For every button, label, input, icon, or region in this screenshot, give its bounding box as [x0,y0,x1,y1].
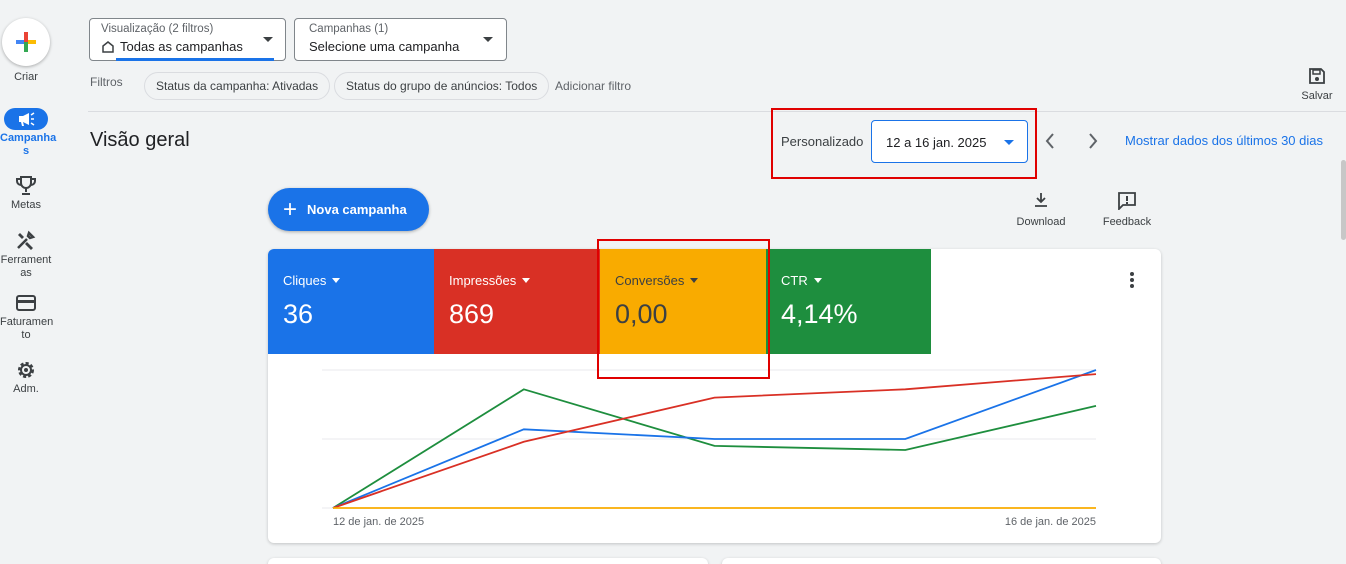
x-tick-label-start: 12 de jan. de 2025 [333,516,425,528]
credit-card-icon [16,295,36,311]
chevron-down-icon [1004,140,1014,145]
next-period-button[interactable] [1083,130,1103,152]
x-tick-label-end: 16 de jan. de 2025 [1004,516,1096,528]
filters-label: Filtros [90,75,123,89]
save-label: Salvar [1301,90,1333,102]
tools-icon [17,230,36,250]
chevron-right-icon [1089,133,1098,149]
nav-label: Ferrament as [0,254,52,279]
series-line-impressões [332,373,1097,509]
bottom-card-right [722,558,1161,564]
date-range-value: 12 a 16 jan. 2025 [886,135,987,150]
gear-icon [18,362,34,378]
campaign-selector-caption: Campanhas (1) [309,23,389,35]
filter-chip-campaign-status[interactable]: Status da campanha: Ativadas [144,72,331,100]
view-selector-value: Todas as campanhas [101,39,243,54]
view-selector-underline [116,58,274,61]
nav-item-goals[interactable]: Metas [0,175,52,212]
scrollbar[interactable] [1341,160,1346,240]
nav-item-campaigns[interactable]: Campanha s [0,108,57,158]
view-selector-text: Todas as campanhas [120,39,243,54]
chevron-left-icon [1045,133,1054,149]
nav-item-billing[interactable]: Faturamen to [0,292,54,342]
feedback-button[interactable]: Feedback [1099,191,1155,228]
nav-label: Metas [11,199,41,211]
date-range-label: Personalizado [781,134,864,149]
nav-label: Adm. [13,383,39,395]
nav-item-admin[interactable]: Adm. [0,359,52,396]
feedback-icon [1118,192,1136,210]
last-30-days-link[interactable]: Mostrar dados dos últimos 30 dias [1125,133,1323,148]
view-selector-caption: Visualização (2 filtros) [101,23,214,35]
create-label: Criar [14,71,38,83]
add-filter-button[interactable]: Adicionar filtro [555,79,631,93]
divider [88,111,1346,112]
new-campaign-button[interactable]: + Nova campanha [268,188,429,231]
megaphone-icon [19,112,35,126]
campaign-selector[interactable]: Campanhas (1) Selecione uma campanha [294,18,507,61]
page-title: Visão geral [90,129,190,151]
save-icon [1309,68,1325,84]
home-icon [102,41,114,53]
series-line-ctr [332,388,1097,509]
left-nav: Criar Campanha s Metas Ferrament as Fatu… [0,0,57,564]
plus-icon [16,32,36,52]
new-campaign-label: Nova campanha [307,202,407,217]
plus-icon: + [283,195,298,223]
filter-chip-adgroup-status[interactable]: Status do grupo de anúncios: Todos [334,72,550,100]
prev-period-button[interactable] [1040,130,1060,152]
trophy-icon [16,176,36,195]
view-selector[interactable]: Visualização (2 filtros) Todas as campan… [89,18,286,61]
download-icon [1035,193,1047,207]
create-button[interactable] [2,18,50,66]
nav-active-pill [4,108,48,130]
nav-label: Campanha s [0,132,57,157]
nav-label: Faturamen to [0,316,54,341]
feedback-label: Feedback [1102,216,1152,228]
date-range-selector[interactable]: 12 a 16 jan. 2025 [871,120,1028,163]
campaign-selector-value: Selecione uma campanha [309,39,460,54]
bottom-card-left [268,558,708,564]
download-button[interactable]: Download [1013,191,1069,228]
save-button[interactable]: Salvar [1296,66,1338,102]
chevron-down-icon [263,37,273,42]
chevron-down-icon [483,37,493,42]
download-label: Download [1016,216,1066,228]
highlight-box-conversions [597,239,770,379]
nav-item-tools[interactable]: Ferrament as [0,230,52,280]
